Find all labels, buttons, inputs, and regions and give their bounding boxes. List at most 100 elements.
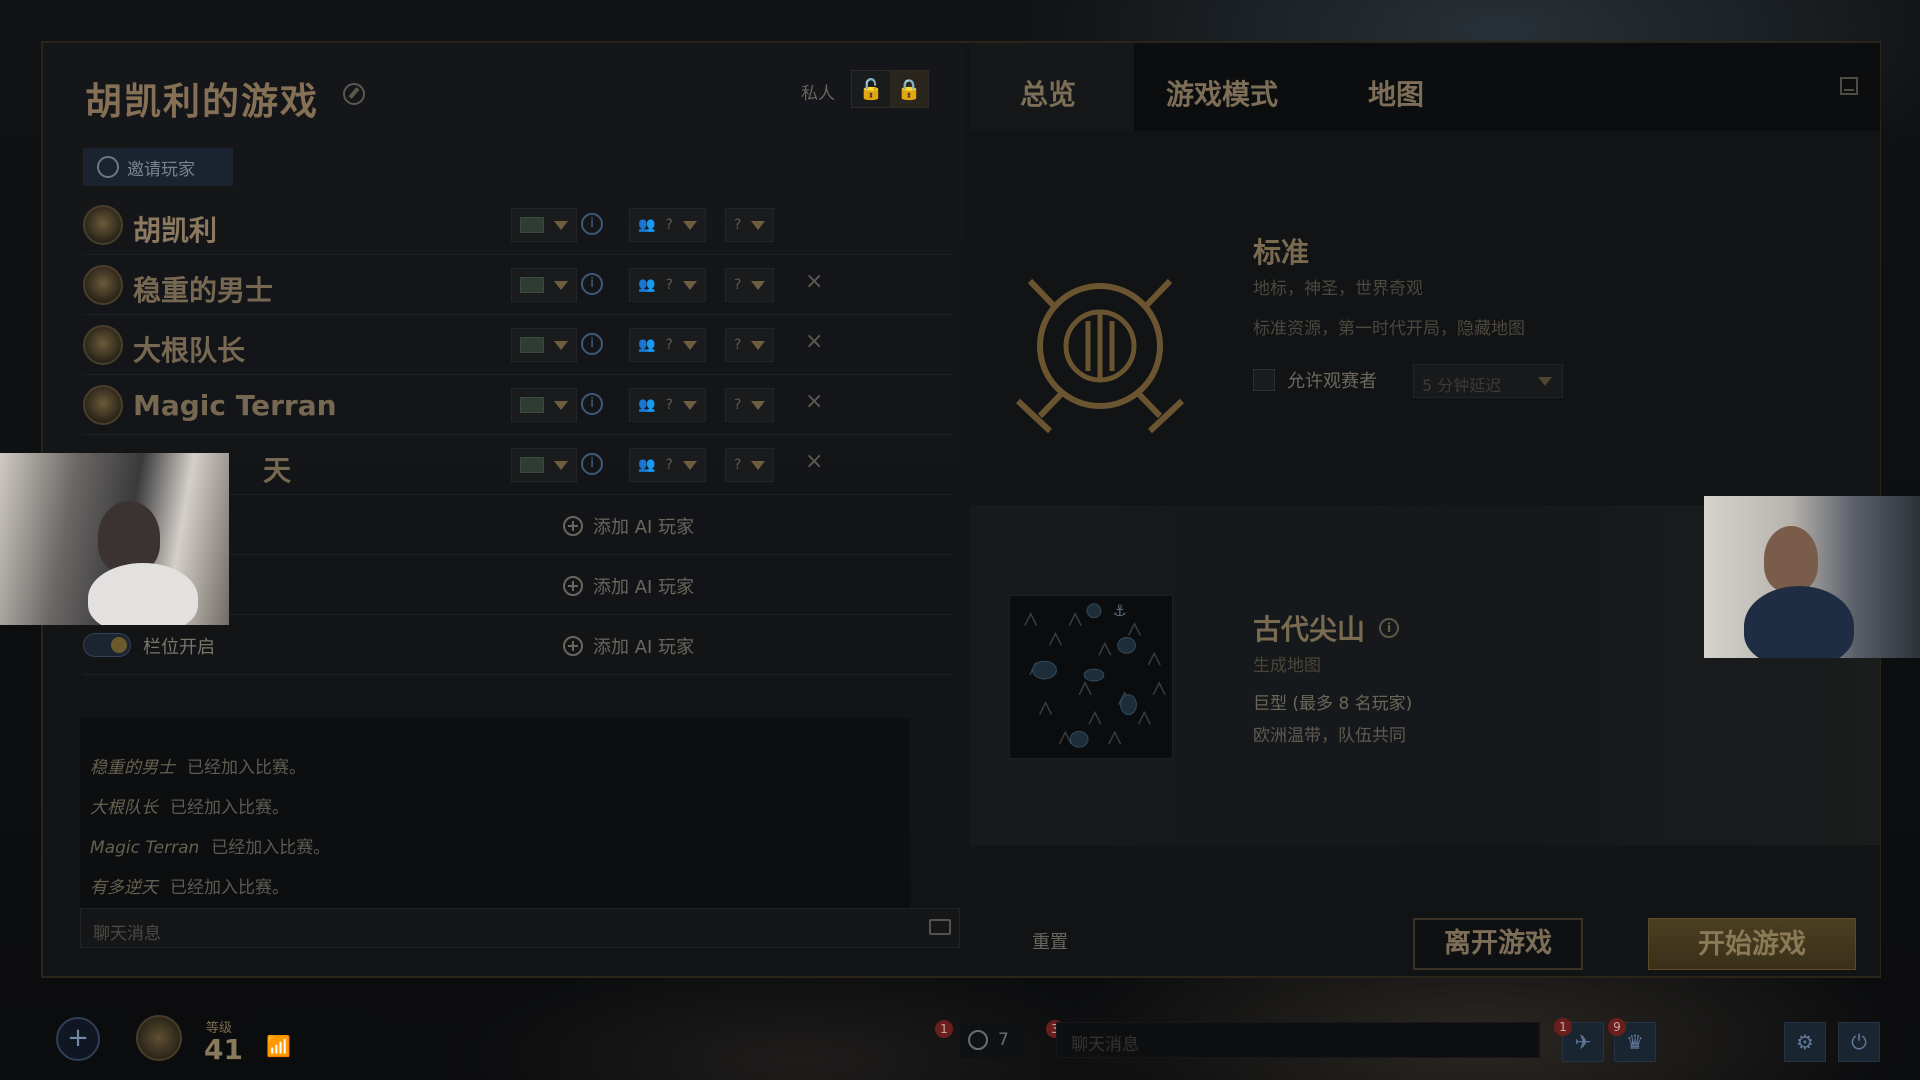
chat-player: 大根队长 [90, 798, 158, 818]
info-icon[interactable]: i [581, 333, 603, 355]
civilization-dropdown[interactable] [511, 328, 577, 362]
edit-title-icon[interactable] [343, 83, 365, 105]
chevron-down-icon [554, 280, 568, 290]
team-value: ? [665, 397, 673, 413]
mode-name: 标准 [1253, 236, 1310, 269]
add-ai-button[interactable]: 添加 AI 玩家 [563, 513, 694, 539]
minimize-icon[interactable] [1840, 77, 1858, 95]
civilization-dropdown[interactable] [511, 268, 577, 302]
chat-line: Magic Terran 已经加入比赛。 [90, 833, 330, 858]
civilization-dropdown[interactable] [511, 388, 577, 422]
chat-line: 稳重的男士 已经加入比赛。 [90, 753, 306, 778]
add-icon[interactable]: + [56, 1017, 100, 1061]
map-thumbnail[interactable]: ⚓ [1009, 595, 1173, 759]
tab-overview[interactable]: 总览 [1020, 73, 1076, 113]
player-name: 天 [263, 454, 292, 487]
info-icon[interactable]: i [581, 273, 603, 295]
rewards-badge: 9 [1608, 1018, 1626, 1036]
avatar[interactable] [136, 1015, 182, 1061]
chat-line: 大根队长 已经加入比赛。 [90, 793, 289, 818]
add-ai-button[interactable]: 添加 AI 玩家 [563, 633, 694, 659]
chevron-down-icon [682, 340, 697, 350]
question-icon: ? [734, 337, 742, 353]
team-dropdown[interactable]: 👥? [629, 328, 706, 362]
color-dropdown[interactable]: ? [725, 448, 775, 482]
level-number: 41 [204, 1033, 243, 1066]
civilization-dropdown[interactable] [511, 448, 577, 482]
avatar [83, 205, 123, 245]
unlock-icon[interactable]: 🔓 [852, 71, 890, 107]
friends-button[interactable]: 7 [960, 1022, 1024, 1058]
leave-game-button[interactable]: 离开游戏 [1413, 918, 1583, 970]
webcam-overlay-right [1704, 496, 1920, 658]
team-dropdown[interactable]: 👥? [629, 208, 706, 242]
streamer-body [1744, 586, 1854, 658]
slot-open-label: 栏位开启 [143, 637, 215, 658]
tab-game-mode[interactable]: 游戏模式 [1166, 73, 1278, 113]
streamer-head [1764, 526, 1818, 592]
info-icon[interactable]: i [581, 213, 603, 235]
tab-map[interactable]: 地图 [1368, 73, 1424, 113]
mode-features: 地标，神圣，世界奇观 [1253, 279, 1423, 299]
team-icon: 👥 [638, 217, 656, 233]
color-dropdown[interactable]: ? [725, 388, 775, 422]
chevron-down-icon [682, 460, 697, 470]
player-row: 胡凯利 i 👥? ? [83, 195, 953, 255]
spectator-option[interactable]: 允许观赛者 [1253, 367, 1377, 393]
chat-bubble-icon[interactable] [929, 919, 951, 935]
color-dropdown[interactable]: ? [725, 268, 775, 302]
slot-open-toggle[interactable] [83, 633, 131, 657]
global-chat-input[interactable]: 聊天消息 [1056, 1022, 1540, 1058]
map-name: 古代尖山 i [1253, 608, 1400, 648]
spectator-delay-dropdown[interactable]: 5 分钟延迟 [1413, 364, 1563, 398]
chevron-down-icon [682, 400, 697, 410]
team-icon: 👥 [638, 457, 656, 473]
color-dropdown[interactable]: ? [725, 208, 775, 242]
team-dropdown[interactable]: 👥? [629, 448, 706, 482]
kick-player-button[interactable]: × [805, 389, 823, 414]
chat-message: 已经加入比赛。 [211, 838, 331, 858]
bottom-taskbar: + 等级 41 📶 1 7 3 聊天消息 ✈ 1 ♛ 9 ⚙ ⏻ [0, 1000, 1920, 1080]
plus-circle-icon [563, 516, 583, 536]
plus-circle-icon [563, 636, 583, 656]
chevron-down-icon [554, 340, 568, 350]
power-icon[interactable]: ⏻ [1838, 1022, 1880, 1062]
chat-message: 已经加入比赛。 [170, 878, 289, 898]
info-icon[interactable]: i [581, 393, 603, 415]
team-dropdown[interactable]: 👥? [629, 388, 706, 422]
map-generated: 生成地图 [1253, 656, 1321, 676]
color-dropdown[interactable]: ? [725, 328, 775, 362]
chat-message: 已经加入比赛。 [170, 798, 289, 818]
chevron-down-icon [751, 220, 766, 230]
avatar [83, 385, 123, 425]
info-icon[interactable]: i [1379, 618, 1400, 638]
team-value: ? [665, 277, 673, 293]
info-icon[interactable]: i [581, 453, 603, 475]
reset-button[interactable]: 重置 [1032, 928, 1068, 954]
avatar [83, 265, 123, 305]
team-dropdown[interactable]: 👥? [629, 268, 706, 302]
kick-player-button[interactable]: × [805, 329, 823, 354]
chevron-down-icon [554, 220, 568, 230]
lock-icon[interactable]: 🔒 [890, 71, 928, 107]
civilization-dropdown[interactable] [511, 208, 577, 242]
map-size: 巨型 (最多 8 名玩家) [1253, 694, 1413, 714]
friends-count: 7 [998, 1030, 1009, 1050]
chat-input[interactable]: 聊天消息 [80, 908, 960, 948]
settings-icon[interactable]: ⚙ [1784, 1022, 1826, 1062]
team-value: ? [665, 217, 673, 233]
team-icon: 👥 [638, 277, 656, 293]
spectator-checkbox[interactable] [1253, 369, 1275, 391]
privacy-toggle[interactable]: 🔓 🔒 [851, 70, 929, 108]
add-ai-button[interactable]: 添加 AI 玩家 [563, 573, 694, 599]
streamer-head [98, 501, 160, 573]
notification-badge: 1 [1554, 1018, 1572, 1036]
invite-player-button[interactable]: 邀请玩家 [83, 148, 233, 186]
friends-badge: 1 [935, 1020, 953, 1038]
start-game-button[interactable]: 开始游戏 [1648, 918, 1856, 970]
game-mode-section: 标准 地标，神圣，世界奇观 标准资源，第一时代开局，隐藏地图 允许观赛者 5 分… [970, 131, 1880, 505]
kick-player-button[interactable]: × [805, 449, 823, 474]
crossed-swords-shield-icon [1015, 278, 1185, 434]
kick-player-button[interactable]: × [805, 269, 823, 294]
question-icon: ? [734, 397, 742, 413]
